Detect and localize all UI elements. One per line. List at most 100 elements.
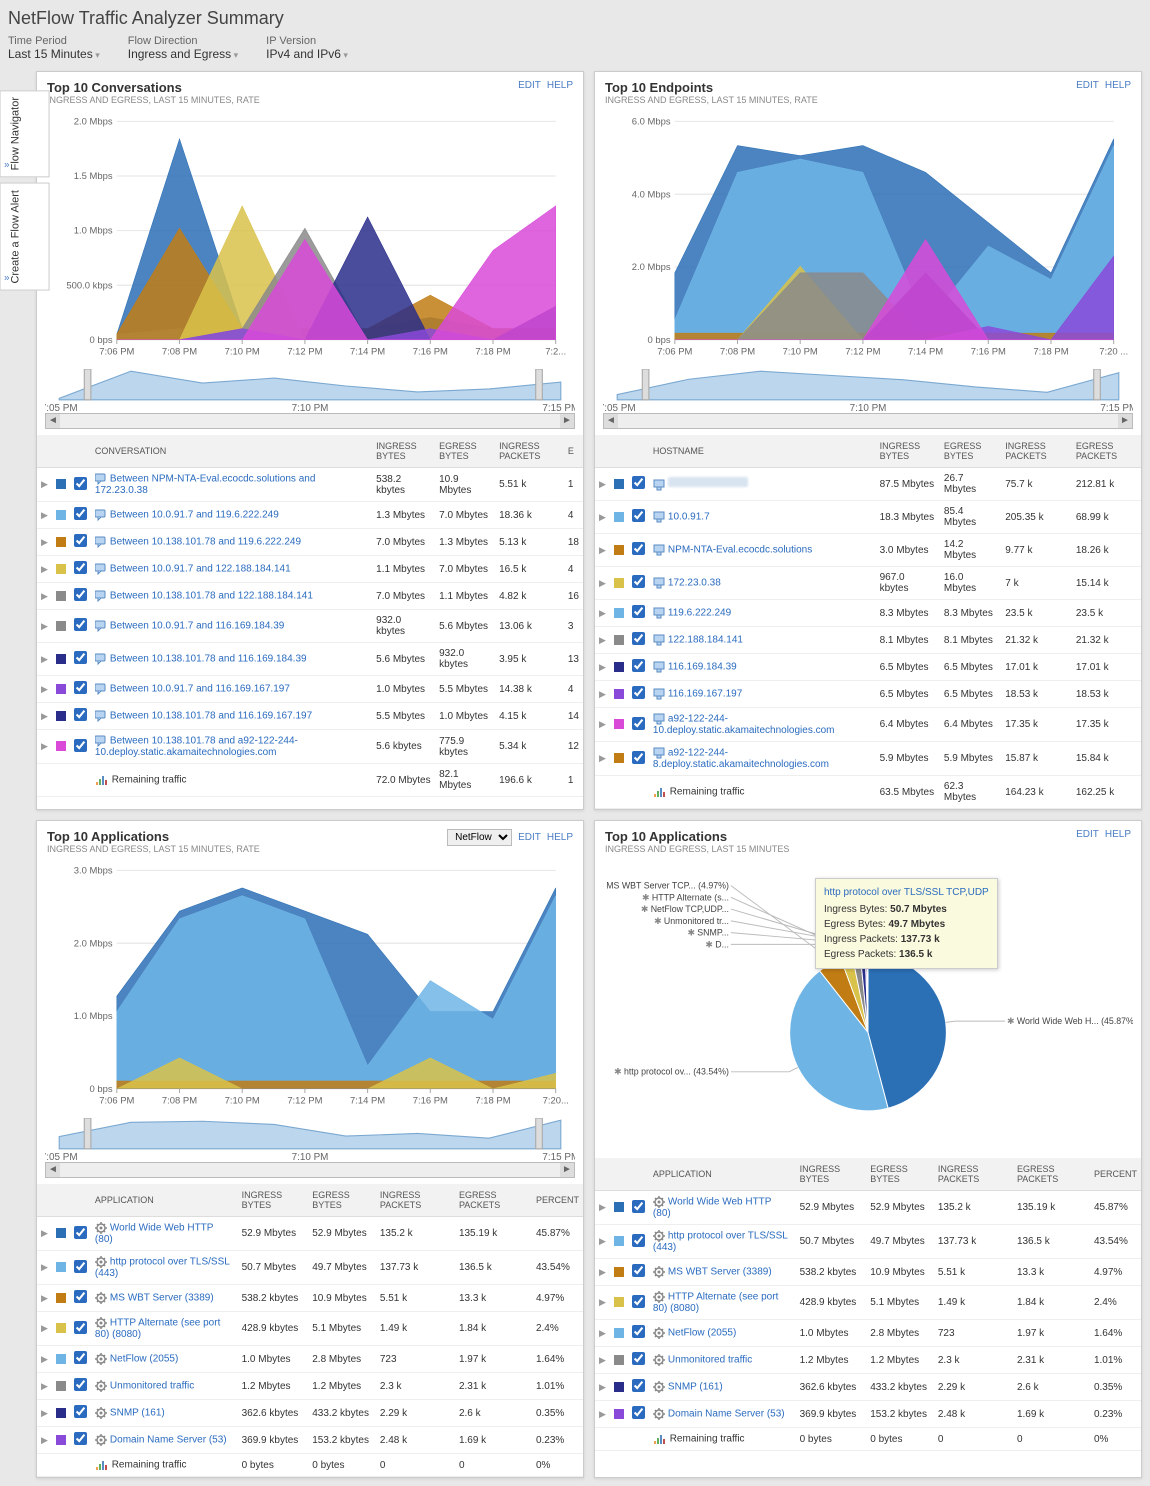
column-header[interactable]: EGRESS PACKETS [1013,1158,1090,1191]
column-header[interactable]: INGRESS PACKETS [376,1184,455,1217]
row-label[interactable]: NetFlow (2055) [668,1328,736,1339]
column-header[interactable]: INGRESS BYTES [372,435,435,468]
row-checkbox[interactable] [74,618,87,631]
expand-icon[interactable]: ▶ [41,1354,48,1364]
row-checkbox[interactable] [74,708,87,721]
expand-icon[interactable]: ▶ [41,711,48,721]
row-checkbox[interactable] [74,1321,87,1334]
row-checkbox[interactable] [632,605,645,618]
expand-icon[interactable]: ▶ [41,1381,48,1391]
row-label[interactable]: Between 10.138.101.78 and a92-122-244-10… [95,736,298,758]
row-checkbox[interactable] [632,1325,645,1338]
expand-icon[interactable]: ▶ [599,1409,606,1419]
row-checkbox[interactable] [74,1378,87,1391]
applications-pie-chart[interactable]: ✱ World Wide Web H... (45.87%)✱ http pro… [595,858,1141,1158]
expand-icon[interactable]: ▶ [599,662,606,672]
expand-icon[interactable]: ▶ [41,537,48,547]
row-checkbox[interactable] [632,717,645,730]
row-checkbox[interactable] [632,632,645,645]
row-label[interactable]: Between 10.0.91.7 and 116.169.167.197 [110,684,290,695]
row-label[interactable]: Between 10.138.101.78 and 116.169.184.39 [110,654,307,665]
expand-icon[interactable]: ▶ [41,654,48,664]
column-header[interactable]: INGRESS BYTES [876,435,940,468]
expand-icon[interactable]: ▶ [41,1228,48,1238]
row-checkbox[interactable] [632,686,645,699]
expand-icon[interactable]: ▶ [599,512,606,522]
column-header[interactable]: E [564,435,583,468]
expand-icon[interactable]: ▶ [599,753,606,763]
row-label[interactable]: World Wide Web HTTP (80) [95,1223,213,1245]
row-checkbox[interactable] [74,681,87,694]
row-checkbox[interactable] [74,1260,87,1273]
filter-direction-value[interactable]: Ingress and Egress [128,47,238,61]
expand-icon[interactable]: ▶ [41,684,48,694]
mini-scrollbar[interactable]: ◄ ► [603,413,1133,429]
mini-scrollbar[interactable]: ◄ ► [45,413,575,429]
row-checkbox[interactable] [632,575,645,588]
row-label[interactable]: HTTP Alternate (see port 80) (8080) [95,1318,220,1340]
expand-icon[interactable]: ▶ [41,591,48,601]
expand-icon[interactable]: ▶ [599,719,606,729]
row-label[interactable]: NPM-NTA-Eval.ecocdc.solutions [668,545,812,556]
row-label[interactable]: Unmonitored traffic [668,1355,752,1366]
column-header[interactable]: EGRESS BYTES [435,435,495,468]
edit-link[interactable]: EDIT [518,832,541,843]
expand-icon[interactable]: ▶ [41,1293,48,1303]
row-label[interactable]: http protocol over TLS/SSL (443) [95,1257,230,1279]
expand-icon[interactable]: ▶ [599,1202,606,1212]
row-checkbox[interactable] [74,1226,87,1239]
help-link[interactable]: HELP [1105,80,1131,91]
row-label[interactable]: Between 10.138.101.78 and 119.6.222.249 [110,537,301,548]
expand-icon[interactable]: ▶ [599,545,606,555]
row-checkbox[interactable] [632,1379,645,1392]
column-header[interactable]: EGRESS BYTES [866,1158,934,1191]
row-label[interactable]: Domain Name Server (53) [110,1435,227,1446]
conversations-chart[interactable]: 0 bps500.0 kbps1.0 Mbps1.5 Mbps2.0 Mbps7… [37,109,583,369]
row-checkbox[interactable] [632,1200,645,1213]
row-label[interactable]: Domain Name Server (53) [668,1409,785,1420]
scroll-left-icon[interactable]: ◄ [604,414,618,428]
row-label[interactable]: NetFlow (2055) [110,1354,178,1365]
expand-icon[interactable]: ▶ [41,1262,48,1272]
row-label[interactable]: Unmonitored traffic [110,1381,194,1392]
column-header[interactable]: INGRESS PACKETS [1001,435,1072,468]
row-checkbox[interactable] [74,561,87,574]
row-label[interactable]: MS WBT Server (3389) [110,1293,214,1304]
expand-icon[interactable]: ▶ [41,1323,48,1333]
chart-type-select[interactable]: NetFlow [447,829,512,846]
expand-icon[interactable]: ▶ [599,1382,606,1392]
expand-icon[interactable]: ▶ [599,479,606,489]
row-label[interactable]: Between 10.0.91.7 and 116.169.184.39 [110,621,284,632]
expand-icon[interactable]: ▶ [599,1236,606,1246]
row-checkbox[interactable] [74,739,87,752]
row-checkbox[interactable] [632,751,645,764]
expand-icon[interactable]: ▶ [41,741,48,751]
row-label[interactable]: a92-122-244-10.deploy.static.akamaitechn… [653,714,835,736]
scroll-left-icon[interactable]: ◄ [46,414,60,428]
scroll-right-icon[interactable]: ► [560,414,574,428]
edit-link[interactable]: EDIT [518,80,541,91]
row-label[interactable]: Between 10.138.101.78 and 116.169.167.19… [110,711,312,722]
row-checkbox[interactable] [74,1432,87,1445]
mini-scrollbar[interactable]: ◄ ► [45,1162,575,1178]
row-checkbox[interactable] [74,1290,87,1303]
expand-icon[interactable]: ▶ [41,1435,48,1445]
applications-mini-chart[interactable]: 7:05 PM7:10 PM7:15 PM [37,1118,583,1162]
column-header[interactable]: APPLICATION [91,1184,238,1217]
row-label[interactable]: Between 10.0.91.7 and 122.188.184.141 [110,564,291,575]
row-label[interactable]: Between 10.0.91.7 and 119.6.222.249 [110,510,279,521]
column-header[interactable]: INGRESS PACKETS [495,435,564,468]
row-label[interactable]: 172.23.0.38 [668,578,721,589]
row-label[interactable]: http protocol over TLS/SSL (443) [653,1231,788,1253]
column-header[interactable]: INGRESS BYTES [238,1184,309,1217]
row-label[interactable]: 119.6.222.249 [668,608,731,619]
column-header[interactable]: EGRESS PACKETS [1072,435,1141,468]
row-checkbox[interactable] [74,588,87,601]
row-checkbox[interactable] [74,477,87,490]
row-checkbox[interactable] [632,659,645,672]
row-label[interactable]: MS WBT Server (3389) [668,1267,772,1278]
row-checkbox[interactable] [632,509,645,522]
row-checkbox[interactable] [74,507,87,520]
edit-link[interactable]: EDIT [1076,80,1099,91]
column-header[interactable]: INGRESS PACKETS [934,1158,1013,1191]
